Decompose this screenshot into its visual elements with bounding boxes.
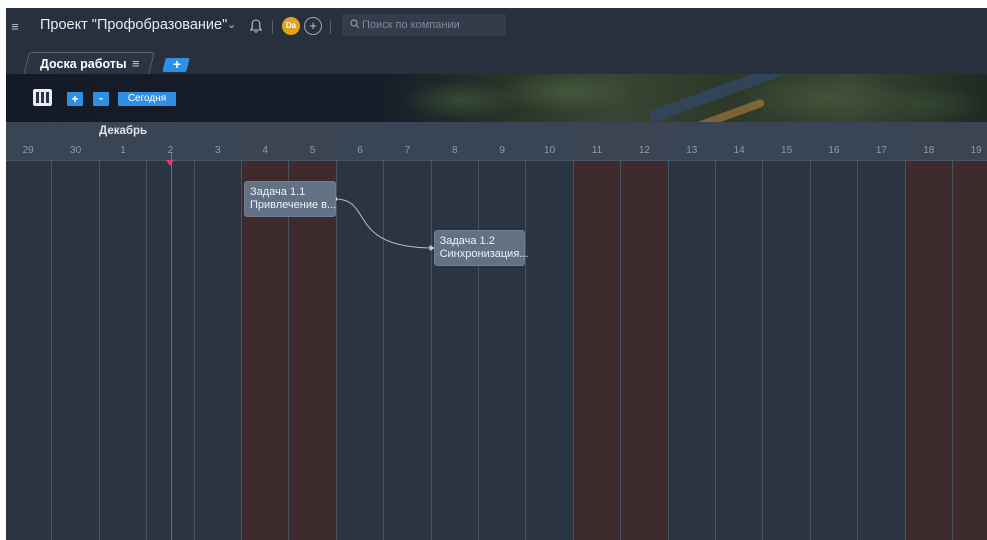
collapse-menu-icon[interactable]: ≡: [7, 18, 23, 36]
project-title[interactable]: Проект "Профобразование": [40, 17, 227, 33]
zoom-in-button[interactable]: +: [67, 92, 83, 106]
day-label: 12: [638, 145, 650, 156]
tab-menu-icon[interactable]: ≡: [132, 56, 140, 71]
divider: [330, 20, 331, 34]
avatar[interactable]: Da: [282, 17, 300, 35]
day-label: 1: [120, 145, 126, 156]
day-label: 18: [923, 145, 935, 156]
today-button[interactable]: Сегодня: [118, 92, 176, 106]
day-label: 3: [215, 145, 221, 156]
task-card[interactable]: Задача 1.2 Синхронизация...: [433, 230, 529, 266]
day-label: 5: [309, 145, 316, 156]
add-user-icon[interactable]: +: [304, 17, 322, 35]
day-label: 29: [22, 145, 34, 156]
task-title: Привлечение в...: [250, 199, 337, 211]
task-links: [332, 196, 435, 251]
day-label: 6: [357, 145, 363, 156]
day-label: 13: [686, 145, 698, 156]
tab-row: Доска работы ≡ +: [6, 44, 987, 75]
task-title: Синхронизация...: [439, 248, 529, 260]
columns-view-icon[interactable]: [33, 89, 52, 106]
day-label: 14: [733, 145, 745, 156]
search-box: [342, 14, 506, 36]
day-label: 30: [70, 145, 82, 156]
search-input[interactable]: [362, 14, 502, 36]
task-card[interactable]: Задача 1.1 Привлечение в...: [244, 181, 336, 217]
today-line: [170, 152, 172, 540]
day-label: 4: [262, 145, 268, 156]
tab-board-label[interactable]: Доска работы: [40, 57, 127, 71]
day-label: 8: [452, 145, 458, 156]
timeline: 29 30 1 2 3 4 5 6 7 8 9 10 11 12 13 14 15 16 17 18 19 Декабр…: [6, 122, 987, 540]
board-banner: + - Сегодня: [6, 74, 987, 122]
search-icon: [350, 19, 360, 29]
divider: [272, 20, 273, 34]
task-id: Задача 1.2: [439, 235, 495, 247]
day-label: 9: [499, 145, 505, 156]
zoom-out-button[interactable]: -: [93, 92, 109, 106]
day-label: 16: [828, 145, 840, 156]
day-label: 17: [875, 145, 887, 156]
app-window: ≡ Проект "Профобразование" ⌄ Da + Доска …: [6, 8, 987, 540]
plus-icon[interactable]: +: [170, 55, 184, 73]
bell-icon[interactable]: [249, 18, 263, 34]
day-label: 11: [591, 145, 603, 156]
top-bar: ≡ Проект "Профобразование" ⌄ Da +: [6, 8, 987, 44]
day-label: 15: [781, 145, 793, 156]
day-label: 19: [970, 145, 982, 156]
day-label: 7: [404, 145, 411, 156]
chevron-down-icon[interactable]: ⌄: [227, 18, 236, 31]
today-marker-icon: [166, 160, 175, 166]
task-id: Задача 1.1: [250, 186, 306, 198]
dependency-link[interactable]: [334, 198, 435, 249]
day-label: 2: [167, 145, 174, 156]
day-label: 10: [544, 145, 556, 156]
